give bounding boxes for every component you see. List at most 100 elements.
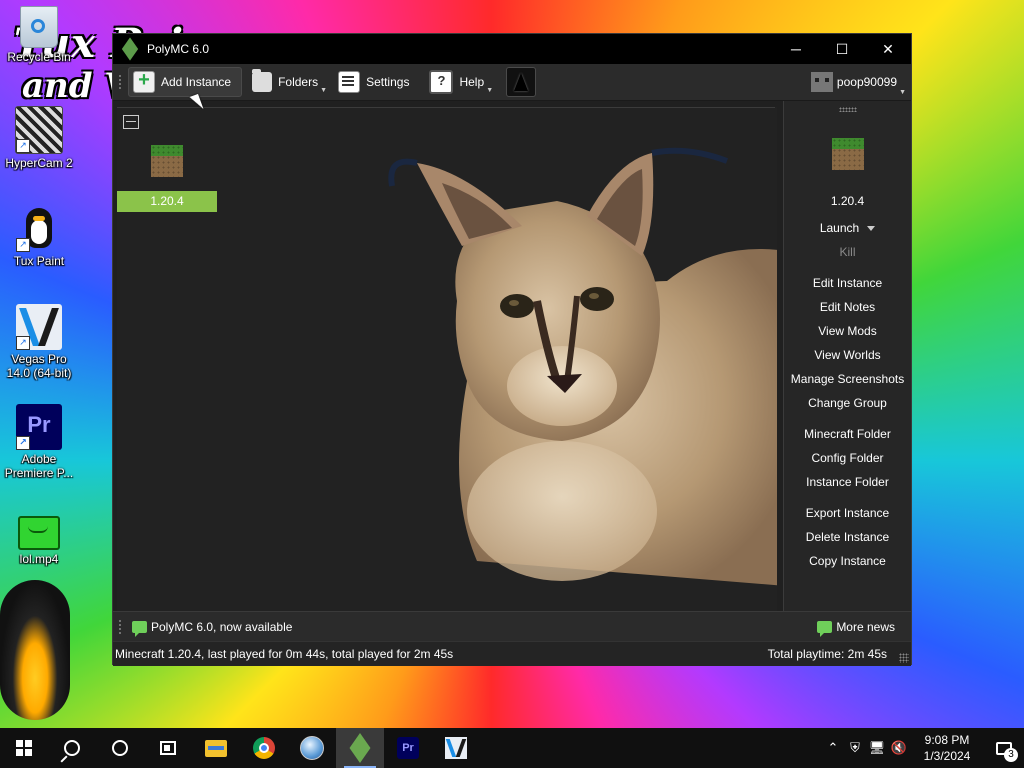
taskbar-file-explorer[interactable] <box>192 728 240 768</box>
title-bar[interactable]: PolyMC 6.0 ─ ☐ ✕ <box>113 34 911 64</box>
group-collapse-toggle[interactable] <box>123 115 139 129</box>
news-bubble-icon <box>817 620 833 637</box>
instance-view[interactable]: 1.20.4 <box>117 107 777 611</box>
settings-label: Settings <box>366 75 410 89</box>
dropdown-arrow-icon: ▼ <box>486 87 494 94</box>
vegas-pro-icon: ↗ <box>16 304 62 350</box>
instance-label: 1.20.4 <box>117 191 217 212</box>
network-icon[interactable]: 🖥 <box>866 728 888 768</box>
player-skin-icon <box>810 72 833 92</box>
shortcut-arrow-icon: ↗ <box>16 238 30 252</box>
manage-screenshots-button[interactable]: Manage Screenshots <box>784 367 911 391</box>
taskbar: Pr ⌃ ⛨ 🖥 🔇 9:08 PM 1/3/2024 3 <box>0 728 1024 768</box>
show-hidden-icons-button[interactable]: ⌃ <box>822 728 844 768</box>
cat-pack-button[interactable] <box>506 67 537 97</box>
resize-grip[interactable] <box>899 653 909 663</box>
add-instance-icon <box>133 69 155 93</box>
grass-block-icon <box>151 145 183 177</box>
help-button[interactable]: ? Help ▼ <box>425 68 494 96</box>
search-icon <box>64 740 80 756</box>
folder-icon <box>252 69 273 92</box>
news-headline-button[interactable]: PolyMC 6.0, now available <box>132 619 293 637</box>
premiere-pro-icon: Pr <box>397 737 419 759</box>
selected-instance-name[interactable]: 1.20.4 <box>784 194 911 208</box>
news-toolbar: PolyMC 6.0, now available More news <box>113 611 911 641</box>
cortana-icon <box>112 740 128 756</box>
view-mods-button[interactable]: View Mods <box>784 319 911 343</box>
launch-button[interactable]: Launch <box>784 216 911 240</box>
desktop-icon-recycle-bin[interactable]: Recycle Bin <box>4 6 74 64</box>
minimize-button[interactable]: ─ <box>773 34 819 64</box>
desktop-icon-vegas-pro[interactable]: ↗ Vegas Pro 14.0 (64-bit) <box>4 304 74 380</box>
cat-background-image <box>388 147 777 586</box>
minecraft-folder-button[interactable]: Minecraft Folder <box>784 422 911 446</box>
settings-icon <box>338 71 361 93</box>
delete-instance-button[interactable]: Delete Instance <box>784 525 911 549</box>
premiere-pro-icon: Pr ↗ <box>16 404 62 450</box>
task-view-icon <box>160 741 176 755</box>
change-group-button[interactable]: Change Group <box>784 391 911 415</box>
chevron-down-icon[interactable] <box>867 226 876 232</box>
status-instance-info: Minecraft 1.20.4, last played for 0m 44s… <box>115 647 454 661</box>
settings-button[interactable]: Settings <box>334 68 419 96</box>
security-icon[interactable]: ⛨ <box>844 728 866 768</box>
taskbar-globe-app[interactable] <box>288 728 336 768</box>
desktop-icon-premiere[interactable]: Pr ↗ Adobe Premiere P... <box>4 404 74 480</box>
help-icon: ? <box>429 70 454 94</box>
folders-label: Folders <box>278 75 319 89</box>
launch-label: Launch <box>819 221 860 235</box>
instance-folder-button[interactable]: Instance Folder <box>784 470 911 494</box>
cortana-button[interactable] <box>96 728 144 768</box>
status-bar: Minecraft 1.20.4, last played for 0m 44s… <box>113 641 911 666</box>
dropdown-arrow-icon: ▼ <box>899 89 906 96</box>
start-button[interactable] <box>0 728 48 768</box>
desktop-icon-tux-paint[interactable]: ↗ Tux Paint <box>4 206 74 268</box>
cat-silhouette-icon <box>514 73 529 91</box>
add-instance-button[interactable]: Add Instance <box>128 67 243 97</box>
volume-muted-icon[interactable]: 🔇 <box>888 728 910 768</box>
view-worlds-button[interactable]: View Worlds <box>784 343 911 367</box>
toolbar-grip[interactable] <box>118 74 122 90</box>
edit-notes-button[interactable]: Edit Notes <box>784 295 911 319</box>
help-label: Help <box>459 75 485 89</box>
panel-spacer <box>784 415 911 422</box>
vegas-pro-icon <box>445 737 467 759</box>
desktop-icon-label: lol.mp4 <box>19 552 59 566</box>
taskbar-search-button[interactable] <box>48 728 96 768</box>
instance-grass-block-icon[interactable] <box>831 138 864 170</box>
taskbar-polymc[interactable] <box>336 728 384 768</box>
file-explorer-icon <box>205 739 227 757</box>
export-instance-button[interactable]: Export Instance <box>784 501 911 525</box>
dropdown-arrow-icon: ▼ <box>320 87 328 94</box>
taskbar-vegas[interactable] <box>432 728 480 768</box>
action-center-button[interactable]: 3 <box>984 728 1024 768</box>
account-name: poop90099 <box>836 75 897 89</box>
panel-grip[interactable] <box>838 107 857 112</box>
instance-tile[interactable]: 1.20.4 <box>117 145 217 212</box>
panel-spacer <box>784 264 911 271</box>
taskbar-chrome[interactable] <box>240 728 288 768</box>
config-folder-button[interactable]: Config Folder <box>784 446 911 470</box>
instance-side-panel: 1.20.4 Launch Kill Edit Instance Edit No… <box>783 101 911 611</box>
kill-button[interactable]: Kill <box>784 240 911 264</box>
tux-penguin-icon: ↗ <box>16 206 62 252</box>
news-headline: PolyMC 6.0, now available <box>151 619 293 634</box>
toolbar-grip[interactable] <box>118 618 122 635</box>
desktop-icon-label: Tux Paint <box>13 254 65 268</box>
account-menu[interactable]: poop90099 ▼ <box>810 72 906 96</box>
taskbar-clock[interactable]: 9:08 PM 1/3/2024 <box>910 732 984 764</box>
close-button[interactable]: ✕ <box>865 34 911 64</box>
polymc-window: PolyMC 6.0 ─ ☐ ✕ Add Instance Folders ▼ … <box>112 33 912 666</box>
copy-instance-button[interactable]: Copy Instance <box>784 549 911 573</box>
maximize-button[interactable]: ☐ <box>819 34 865 64</box>
task-view-button[interactable] <box>144 728 192 768</box>
edit-instance-button[interactable]: Edit Instance <box>784 271 911 295</box>
more-news-button[interactable]: More news <box>817 620 895 637</box>
folders-button[interactable]: Folders ▼ <box>248 68 328 96</box>
desktop-icon-hypercam[interactable]: ↗ HyperCam 2 <box>4 106 74 170</box>
globe-icon <box>300 736 324 760</box>
desktop-icon-lol-mp4[interactable]: lol.mp4 <box>4 516 74 566</box>
taskbar-premiere[interactable]: Pr <box>384 728 432 768</box>
status-total-playtime: Total playtime: 2m 45s <box>767 647 887 661</box>
instance-view-border <box>117 107 775 108</box>
